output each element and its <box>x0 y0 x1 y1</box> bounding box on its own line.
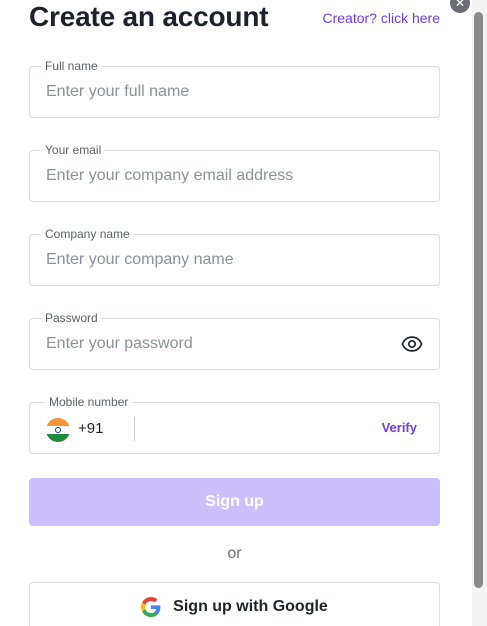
password-input[interactable] <box>46 319 386 369</box>
phone-divider <box>134 417 135 441</box>
close-icon: ✕ <box>454 0 466 10</box>
google-icon <box>141 597 161 617</box>
signup-modal: Create an account Creator? click here ✕ … <box>0 0 487 626</box>
company-name-input[interactable] <box>46 235 386 285</box>
scrollbar-thumb[interactable] <box>474 12 483 588</box>
mobile-number-label: Mobile number <box>45 394 133 410</box>
mobile-number-field: Mobile number +91 Verify <box>29 394 440 454</box>
mobile-number-input[interactable] <box>144 403 364 453</box>
google-sign-up-button[interactable]: Sign up with Google <box>29 582 440 626</box>
email-input[interactable] <box>46 151 386 201</box>
close-button[interactable]: ✕ <box>450 0 470 13</box>
or-divider-text: or <box>227 545 242 562</box>
google-sign-up-label: Sign up with Google <box>173 598 328 615</box>
full-name-field: Full name <box>29 58 440 118</box>
creator-signup-link[interactable]: Creator? click here <box>323 10 441 26</box>
company-name-field: Company name <box>29 226 440 286</box>
eye-icon[interactable] <box>401 333 423 355</box>
india-flag-icon[interactable] <box>46 418 70 442</box>
email-field: Your email <box>29 142 440 202</box>
full-name-input[interactable] <box>46 67 386 117</box>
verify-button[interactable]: Verify <box>382 420 417 435</box>
page-title: Create an account <box>29 1 269 32</box>
country-code[interactable]: +91 <box>78 420 103 437</box>
password-field: Password <box>29 310 440 370</box>
sign-up-button[interactable]: Sign up <box>29 478 440 526</box>
modal-header: Create an account Creator? click here <box>29 0 440 34</box>
